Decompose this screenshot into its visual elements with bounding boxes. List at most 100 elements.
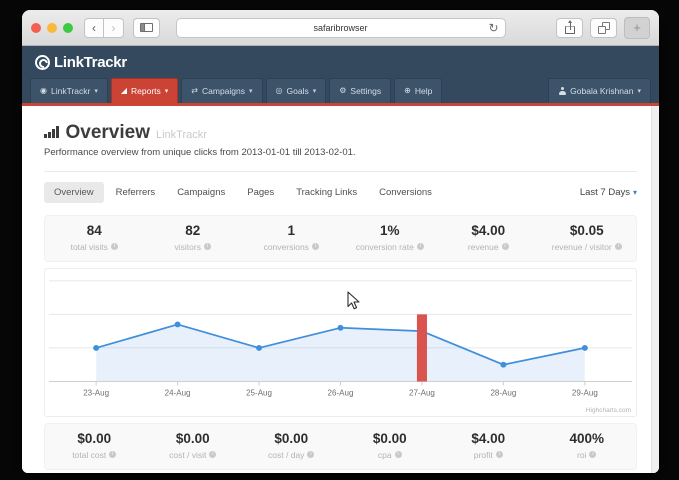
data-point	[175, 321, 181, 327]
info-icon[interactable]	[209, 451, 216, 458]
main-nav: ◉ LinkTrackr ▾ ◢ Reports ▾ ⇄ Campaigns ▾…	[22, 78, 659, 103]
tab-label: Overview	[54, 187, 94, 198]
stat-value: 1	[287, 224, 295, 239]
stat-label-text: conversions	[264, 242, 309, 252]
stat-label: revenue	[468, 242, 509, 252]
tab-tracking-links[interactable]: Tracking Links	[286, 182, 367, 203]
tab-label: Campaigns	[177, 187, 225, 198]
info-icon[interactable]	[496, 451, 503, 458]
nav-item-campaigns[interactable]: ⇄ Campaigns ▾	[181, 78, 262, 103]
x-tick-label: 24-Aug	[165, 388, 191, 397]
refresh-icon[interactable]: ↻	[488, 21, 498, 35]
highlight-bar	[417, 314, 427, 381]
info-icon[interactable]	[589, 451, 596, 458]
stat-label: visitors	[175, 242, 211, 252]
divider	[44, 171, 637, 172]
info-icon[interactable]	[395, 451, 402, 458]
stat-value: $0.00	[274, 432, 308, 447]
tab-label: Referrers	[116, 187, 156, 198]
tab-campaigns[interactable]: Campaigns	[167, 182, 235, 203]
x-tick-label: 27-Aug	[409, 388, 435, 397]
stats-row-top: 84 total visits 82 visitors 1 conversion…	[44, 215, 637, 262]
tab-referrers[interactable]: Referrers	[106, 182, 166, 203]
stat-label-text: visitors	[175, 242, 201, 252]
chevron-down-icon: ▾	[94, 87, 98, 95]
chevron-down-icon: ▾	[637, 87, 641, 95]
stat-label: cost / day	[268, 450, 314, 460]
stat-value: 1%	[380, 224, 400, 239]
data-point	[582, 345, 588, 351]
nav-item-label: Campaigns	[202, 86, 245, 96]
stat-value: $4.00	[471, 224, 505, 239]
stat-visitors: 82 visitors	[144, 224, 243, 252]
back-icon: ‹	[92, 21, 96, 35]
new-tab-button[interactable]: +	[624, 17, 650, 39]
nav-item-reports[interactable]: ◢ Reports ▾	[111, 78, 178, 103]
close-window-button[interactable]	[31, 23, 41, 33]
stat-label: total cost	[72, 450, 116, 460]
user-icon	[558, 87, 566, 95]
info-icon[interactable]	[109, 451, 116, 458]
info-icon[interactable]	[312, 243, 319, 250]
info-icon[interactable]	[307, 451, 314, 458]
stat-roi: 400% roi	[538, 432, 637, 460]
stat-label-text: revenue	[468, 242, 499, 252]
info-icon[interactable]	[111, 243, 118, 250]
x-tick-label: 25-Aug	[246, 388, 272, 397]
visits-chart: 23-Aug24-Aug25-Aug26-Aug27-Aug28-Aug29-A…	[45, 269, 636, 416]
linktrackr-logo-icon	[35, 55, 50, 70]
stat-value: $0.00	[373, 432, 407, 447]
x-tick-label: 26-Aug	[328, 388, 354, 397]
address-bar[interactable]: safaribrowser ↻	[176, 18, 506, 38]
series-area	[96, 324, 585, 381]
stat-label-text: revenue / visitor	[552, 242, 612, 252]
page-scrollbar[interactable]	[651, 106, 659, 473]
tab-overview[interactable]: Overview	[44, 182, 104, 203]
data-point	[93, 345, 99, 351]
address-text: safaribrowser	[313, 23, 367, 33]
report-tabs: Overview Referrers Campaigns Pages Track…	[44, 182, 637, 203]
share-button[interactable]	[556, 18, 583, 38]
chevron-down-icon: ▾	[313, 87, 317, 95]
stat-cost-day: $0.00 cost / day	[242, 432, 341, 460]
nav-item-linktrackr[interactable]: ◉ LinkTrackr ▾	[30, 78, 108, 103]
tab-label: Conversions	[379, 187, 432, 198]
stat-value: $4.00	[471, 432, 505, 447]
x-tick-label: 28-Aug	[490, 388, 516, 397]
forward-button[interactable]: ›	[104, 18, 124, 38]
app-header: LinkTrackr	[22, 46, 659, 78]
tab-conversions[interactable]: Conversions	[369, 182, 442, 203]
stats-row-bottom: $0.00 total cost $0.00 cost / visit $0.0…	[44, 423, 637, 470]
shuffle-icon: ⇄	[191, 87, 198, 95]
nav-item-goals[interactable]: ◎ Goals ▾	[266, 78, 327, 103]
sidebar-toggle-button[interactable]	[133, 18, 160, 38]
nav-item-label: Goals	[287, 86, 309, 96]
chart-icon: ◢	[121, 87, 127, 95]
info-icon[interactable]	[204, 243, 211, 250]
stat-label: cpa	[378, 450, 402, 460]
stat-revenue: $4.00 revenue	[439, 224, 538, 252]
info-icon[interactable]	[615, 243, 622, 250]
stat-cost-visit: $0.00 cost / visit	[144, 432, 243, 460]
tab-pages[interactable]: Pages	[237, 182, 284, 203]
back-button[interactable]: ‹	[84, 18, 104, 38]
user-menu[interactable]: Gobala Krishnan▾	[548, 78, 651, 103]
nav-item-settings[interactable]: ⚙ Settings	[329, 78, 391, 103]
tab-label: Pages	[247, 187, 274, 198]
stat-value: 400%	[569, 432, 604, 447]
stat-label: cost / visit	[169, 450, 216, 460]
brand-logo[interactable]: LinkTrackr	[35, 54, 127, 71]
highcharts-credit[interactable]: Highcharts.com	[586, 407, 631, 414]
minimize-window-button[interactable]	[47, 23, 57, 33]
date-range-dropdown[interactable]: Last 7 Days ▾	[580, 187, 637, 198]
page-subtitle: Performance overview from unique clicks …	[44, 147, 637, 158]
stat-label: conversion rate	[356, 242, 424, 252]
nav-item-help[interactable]: ⊕ Help	[394, 78, 442, 103]
tab-overview-button[interactable]	[590, 18, 617, 38]
sidebar-icon	[140, 23, 153, 32]
info-icon[interactable]	[417, 243, 424, 250]
stat-value: $0.00	[77, 432, 111, 447]
zoom-window-button[interactable]	[63, 23, 73, 33]
stat-label-text: total cost	[72, 450, 106, 460]
info-icon[interactable]	[502, 243, 509, 250]
